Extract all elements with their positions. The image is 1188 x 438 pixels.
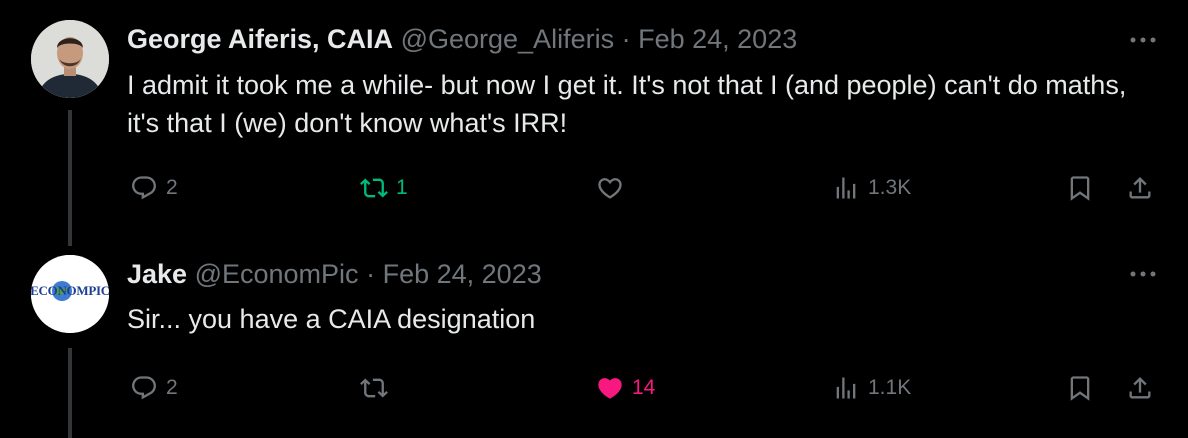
more-button[interactable] xyxy=(1128,30,1158,50)
more-button[interactable] xyxy=(1128,264,1158,284)
share-icon xyxy=(1129,377,1151,399)
share-button[interactable] xyxy=(1126,368,1154,408)
avatar[interactable]: ECONOMPIC xyxy=(31,255,109,333)
tweet-header: Jake @EconomPic · Feb 24, 2023 xyxy=(127,259,542,290)
author-name[interactable]: Jake xyxy=(127,259,187,289)
tweet-text: I admit it took me a while- but now I ge… xyxy=(127,70,1127,138)
retweet-button[interactable]: 1 xyxy=(360,168,408,208)
tweet-text: Sir... you have a CAIA designation xyxy=(127,304,536,334)
more-icon xyxy=(1130,37,1156,43)
bookmark-icon xyxy=(1070,176,1090,201)
views-icon xyxy=(836,377,856,399)
views-count: 1.3K xyxy=(868,176,912,199)
bookmark-icon xyxy=(1070,376,1090,401)
retweet-count: 1 xyxy=(396,176,408,199)
like-filled-icon xyxy=(598,378,622,399)
separator: · xyxy=(621,24,631,54)
action-bar: 2 1 1.3K xyxy=(0,168,1188,208)
tweet[interactable]: George Aiferis, CAIA @George_Aliferis · … xyxy=(0,0,1188,246)
reply-button[interactable]: 2 xyxy=(130,368,178,408)
share-button[interactable] xyxy=(1126,168,1154,208)
tweet-header: George Aiferis, CAIA @George_Aliferis · … xyxy=(127,24,797,55)
reply-icon xyxy=(132,176,156,200)
author-handle[interactable]: @EconomPic xyxy=(195,259,359,289)
bookmark-button[interactable] xyxy=(1066,168,1094,208)
retweet-button[interactable] xyxy=(360,368,396,408)
bookmark-button[interactable] xyxy=(1066,368,1094,408)
views-button[interactable]: 1.3K xyxy=(832,168,911,208)
action-bar: 2 14 1.1K xyxy=(0,368,1188,408)
views-count: 1.1K xyxy=(868,376,912,399)
tweet-date[interactable]: Feb 24, 2023 xyxy=(383,259,542,289)
share-icon xyxy=(1129,177,1151,199)
views-icon xyxy=(836,177,856,199)
views-button[interactable]: 1.1K xyxy=(832,368,911,408)
retweet-icon xyxy=(360,178,388,198)
tweet[interactable]: ECONOMPIC Jake @EconomPic · Feb 24, 2023… xyxy=(0,238,1188,438)
reply-count: 2 xyxy=(166,176,178,199)
reply-icon xyxy=(132,376,156,400)
reply-count: 2 xyxy=(166,376,178,399)
tweet-date[interactable]: Feb 24, 2023 xyxy=(638,24,797,54)
more-icon xyxy=(1130,271,1156,277)
like-button[interactable] xyxy=(596,168,632,208)
retweet-icon xyxy=(360,378,388,398)
separator: · xyxy=(366,259,376,289)
like-button[interactable]: 14 xyxy=(596,368,655,408)
reply-button[interactable]: 2 xyxy=(130,168,178,208)
like-icon xyxy=(598,178,622,199)
like-count: 14 xyxy=(632,376,656,399)
avatar-logo-text: ECONOMPIC xyxy=(31,283,109,298)
avatar-photo xyxy=(31,20,109,98)
avatar[interactable] xyxy=(31,20,109,98)
author-handle[interactable]: @George_Aliferis xyxy=(401,24,615,54)
author-name[interactable]: George Aiferis, CAIA xyxy=(127,24,393,54)
